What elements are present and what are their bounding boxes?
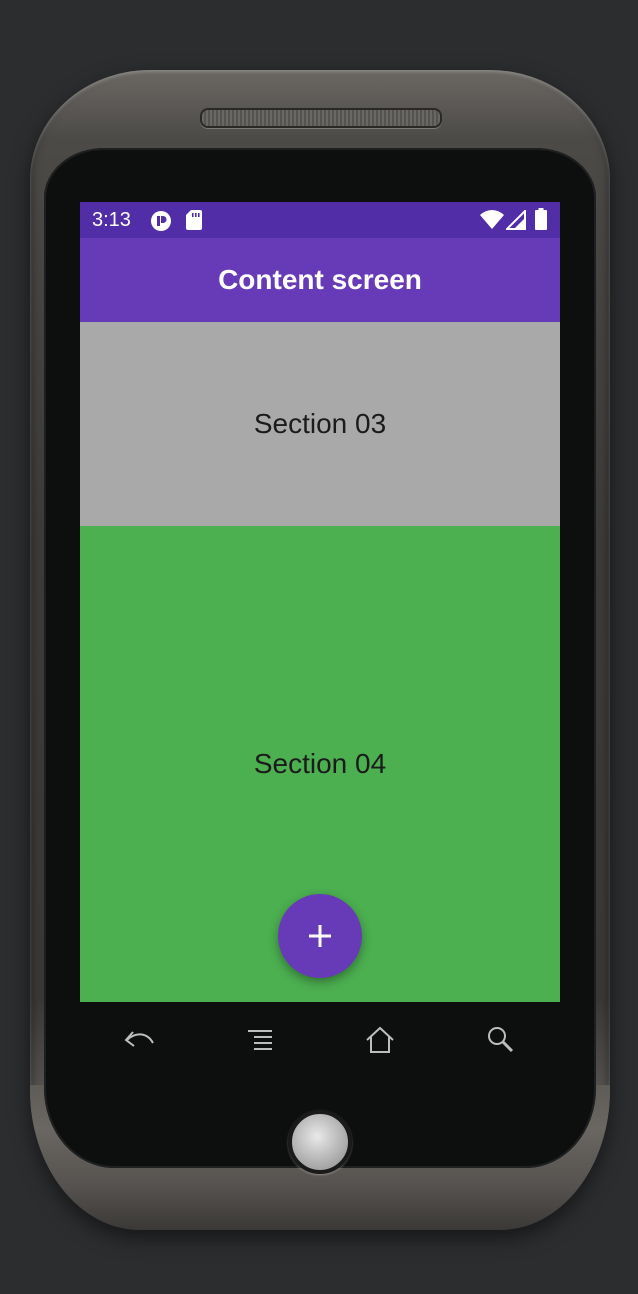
- page-title: Content screen: [218, 264, 422, 295]
- search-button[interactable]: [480, 1022, 520, 1058]
- earpiece-speaker: [200, 108, 442, 128]
- device-nav-bar: [80, 1008, 560, 1068]
- battery-icon: [535, 208, 547, 235]
- search-icon: [488, 1027, 514, 1053]
- section-03-panel[interactable]: Section 03: [80, 322, 560, 526]
- menu-icon: [248, 1030, 272, 1050]
- status-bar: 3:13: [80, 202, 560, 238]
- section-03-label: Section 03: [253, 408, 387, 439]
- device-screen: 3:13 Content screen Section 03 Section 0…: [80, 202, 560, 1002]
- cell-signal-icon: [504, 208, 526, 235]
- home-button[interactable]: [360, 1022, 400, 1058]
- section-04-label: Section 04: [253, 748, 387, 779]
- back-icon: [124, 1031, 154, 1047]
- back-button[interactable]: [120, 1022, 160, 1058]
- app-bar: Content screen: [80, 238, 560, 322]
- plus-icon: [309, 925, 331, 947]
- wifi-icon: [480, 210, 504, 235]
- menu-button[interactable]: [240, 1022, 280, 1058]
- home-icon: [366, 1026, 394, 1053]
- status-time: 3:13: [92, 209, 131, 231]
- app-notification-icon: [150, 210, 172, 237]
- sd-card-icon: [186, 210, 202, 235]
- trackball-button[interactable]: [288, 1110, 352, 1174]
- add-fab-button[interactable]: [278, 894, 362, 978]
